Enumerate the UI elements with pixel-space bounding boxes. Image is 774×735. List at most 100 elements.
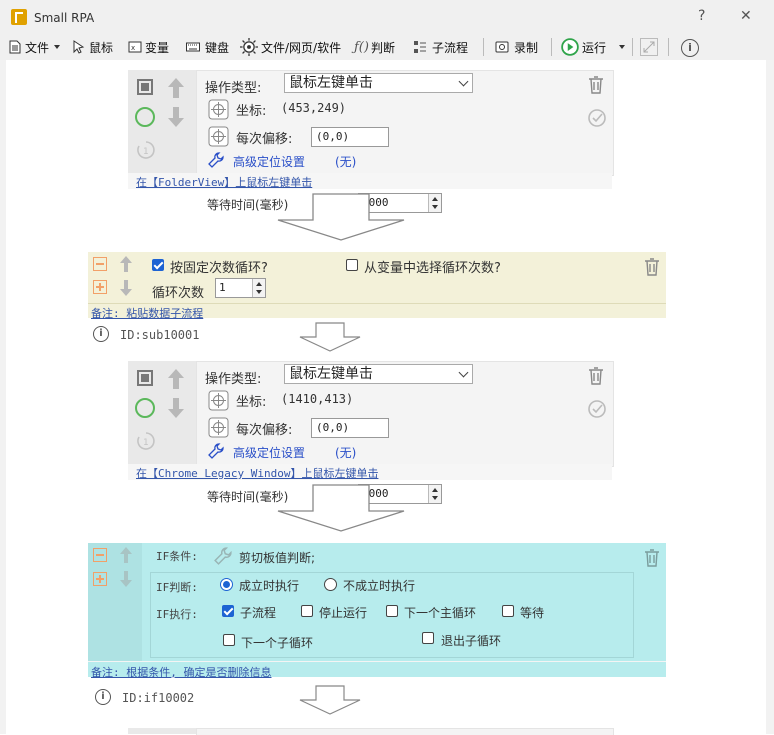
advanced-locate-link[interactable]: 高级定位设置 (233, 153, 305, 170)
move-up-arrow-icon[interactable] (119, 255, 133, 273)
collapse-minus-icon[interactable] (93, 257, 107, 271)
move-down-arrow-icon[interactable] (119, 279, 133, 297)
move-down-arrow-icon[interactable] (119, 570, 133, 588)
run-button[interactable]: 运行 (561, 38, 626, 56)
delete-trash-icon[interactable] (644, 258, 660, 276)
judge-false-label: 不成立时执行 (343, 579, 416, 593)
wait-checkbox[interactable] (502, 605, 514, 617)
if-note-link[interactable]: 备注: 根据条件, 确定是否删除信息 (91, 664, 272, 680)
from-variable-checkbox[interactable] (346, 259, 358, 271)
subflow-button[interactable]: 子流程 (411, 38, 468, 56)
judge-false-radio[interactable] (324, 578, 337, 591)
delete-trash-icon[interactable] (588, 367, 604, 385)
condition-wrench-icon[interactable] (214, 547, 232, 565)
file-menu-button[interactable]: 文件 (8, 38, 61, 56)
loop-count-spinner[interactable]: 1 (215, 278, 266, 298)
info-icon: i (95, 689, 111, 705)
next-sub-loop-checkbox[interactable] (223, 634, 235, 646)
operation-type-select[interactable]: 鼠标左键单击 (284, 73, 473, 93)
window-title: Small RPA (34, 11, 95, 25)
operation-type-label: 操作类型: (205, 372, 262, 387)
loop-note-link[interactable]: 备注: 粘贴数据子流程 (91, 305, 203, 321)
info-icon: i (93, 326, 109, 342)
fixed-count-label: 按固定次数循环? (170, 261, 268, 276)
wrench-icon (208, 443, 224, 459)
run-label: 运行 (582, 40, 607, 55)
coordinate-label: 坐标: (236, 395, 267, 410)
close-button[interactable]: ✕ (740, 8, 752, 24)
offset-capture-icon[interactable] (208, 417, 229, 438)
exit-sub-loop-checkbox[interactable] (422, 632, 434, 644)
check-circle-icon[interactable] (587, 108, 607, 128)
toolbar-divider (483, 38, 484, 56)
move-up-arrow-icon[interactable] (167, 368, 185, 390)
spinner-arrows-icon[interactable] (428, 194, 441, 212)
variable-icon: x (128, 41, 142, 53)
offset-capture-icon[interactable] (208, 126, 229, 147)
stop-run-checkbox[interactable] (301, 605, 313, 617)
offset-input[interactable]: (0,0) (311, 127, 389, 147)
stop-square-icon[interactable] (137, 79, 153, 95)
run-once-icon[interactable]: 1 (136, 431, 156, 451)
delete-trash-icon[interactable] (588, 76, 604, 94)
play-icon (561, 38, 579, 56)
if-condition-value: 剪切板值判断; (239, 551, 316, 565)
stop-square-icon[interactable] (137, 370, 153, 386)
judge-true-label: 成立时执行 (239, 579, 300, 593)
toolbar-divider (632, 38, 633, 56)
expand-icon (643, 41, 655, 53)
fullscreen-button[interactable] (640, 38, 658, 56)
web-software-button[interactable]: 文件/网页/软件 (240, 38, 341, 56)
spinner-arrows-icon[interactable] (252, 279, 265, 297)
delete-trash-icon[interactable] (644, 549, 660, 567)
enable-circle-icon[interactable] (135, 398, 155, 418)
step-description-link[interactable]: 在【Chrome Legacy Window】上鼠标左键单击 (136, 465, 378, 481)
mouse-button[interactable]: 鼠标 (72, 38, 113, 56)
operation-type-value: 鼠标左键单击 (289, 75, 373, 91)
dropdown-caret-icon (54, 45, 61, 49)
fixed-count-checkbox[interactable] (152, 259, 164, 271)
move-down-arrow-icon[interactable] (167, 397, 185, 419)
condition-button[interactable]: ƒ() 判断 (354, 38, 395, 56)
help-button[interactable]: ? (698, 8, 705, 24)
check-circle-icon[interactable] (587, 399, 607, 419)
move-up-arrow-icon[interactable] (119, 546, 133, 564)
subflow-label: 子流程 (432, 40, 469, 55)
move-down-arrow-icon[interactable] (167, 106, 185, 128)
wrench-icon (208, 152, 224, 168)
run-once-icon[interactable]: 1 (136, 140, 156, 160)
web-software-label: 文件/网页/软件 (261, 40, 342, 55)
mouse-cursor-icon (73, 40, 85, 54)
loop-count-label: 循环次数 (152, 286, 205, 301)
expand-plus-icon[interactable] (93, 280, 107, 294)
advanced-locate-link[interactable]: 高级定位设置 (233, 444, 305, 461)
record-icon (495, 41, 509, 53)
mouse-label: 鼠标 (89, 40, 114, 55)
subflow-checkbox[interactable] (222, 605, 234, 617)
exit-sub-loop-option-label: 退出子循环 (441, 634, 502, 648)
chevron-down-icon (458, 367, 469, 378)
file-menu-label: 文件 (25, 40, 50, 55)
if-condition-label: IF条件: (156, 550, 198, 563)
next-main-loop-option-label: 下一个主循环 (404, 606, 477, 620)
keyboard-button[interactable]: 键盘 (184, 38, 229, 56)
judge-true-radio[interactable] (220, 578, 233, 591)
enable-circle-icon[interactable] (135, 107, 155, 127)
from-variable-label: 从变量中选择循环次数? (364, 261, 501, 276)
subflow-icon (414, 41, 426, 53)
record-button[interactable]: 录制 (493, 38, 538, 56)
crosshair-capture-icon[interactable] (208, 390, 229, 411)
expand-plus-icon[interactable] (93, 572, 107, 586)
crosshair-capture-icon[interactable] (208, 99, 229, 120)
move-up-arrow-icon[interactable] (167, 77, 185, 99)
about-info-icon[interactable]: i (681, 39, 699, 57)
spinner-arrows-icon[interactable] (428, 485, 441, 503)
canvas-right-scroll[interactable] (766, 60, 774, 734)
offset-input[interactable]: (0,0) (311, 418, 389, 438)
next-main-loop-checkbox[interactable] (386, 605, 398, 617)
step-description-link[interactable]: 在【FolderView】上鼠标左键单击 (136, 174, 312, 190)
next-sub-loop-option-label: 下一个子循环 (241, 636, 314, 650)
collapse-minus-icon[interactable] (93, 548, 107, 562)
variable-button[interactable]: x 变量 (128, 38, 169, 56)
operation-type-select[interactable]: 鼠标左键单击 (284, 364, 473, 384)
